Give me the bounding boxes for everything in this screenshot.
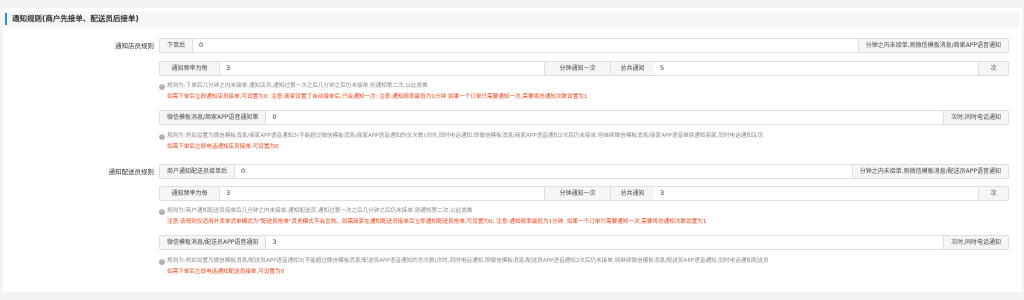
courier-frequency-group: 通知频率为每 3 分钟通知一次 总共通知 3 次 [159, 186, 1009, 201]
courier-phone-input[interactable]: 3 [266, 236, 943, 249]
section-accent-bar [5, 13, 7, 25]
info-icon: ! [159, 84, 165, 90]
courier-hint-2: ! 规则为:例如设置为微信模板消息/配送员APP语音通知3(不能超过微信模板消息/… [159, 257, 769, 265]
courier-delay-input[interactable]: 0 [235, 165, 852, 178]
store-rule-label: 通知店员规则 [115, 42, 154, 50]
store-frequency-group: 通知频率为每 3 分钟通知一次 总共通知 5 次 [159, 61, 1009, 76]
courier-frequency-unit: 分钟通知一次 [544, 187, 610, 200]
store-hint-2: ! 规则为:例如设置为微信模板消息/商家APP语音通知3(不能超过微信模板消息/商… [159, 132, 763, 140]
store-delay-suffix: 分钟之内未接单,则微信模板消息/商家APP语音通知 [857, 39, 1008, 52]
store-warning-1: 如需下单后立即通知店员接单,可设置为0; 注意:商家设置了自动接单后,只会通知一… [167, 94, 588, 100]
courier-delay-prefix: 商户通知配送员接单后 [160, 165, 236, 178]
store-total-suffix: 次 [978, 62, 1008, 75]
store-warning-2: 如需下单后立即电话通知店员接单,可设置为0 [167, 144, 279, 150]
courier-frequency-prefix: 通知频率为每 [160, 187, 220, 200]
store-delay-prefix: 下单后 [160, 39, 194, 52]
courier-warning-2: 如需下单后立即电话通知配送员接单,可设置为0 [167, 269, 285, 275]
courier-hint-1: ! 规则为:商户通知配送员接单后几分钟之内未接单,通知配送员,通知过第一次之后几分… [159, 207, 472, 215]
courier-warning-1: 注意:该规则仅适用外卖单消单模式为"配送员抢单"其他模式不会生效。如需商家在通知… [167, 219, 707, 225]
info-icon: ! [159, 259, 165, 265]
courier-delay-group: 商户通知配送员接单后 0 分钟之内未接单,则微信模板消息/配送员APP语音通知 [159, 164, 1009, 179]
store-delay-input[interactable]: 0 [193, 39, 858, 52]
courier-phone-prefix: 微信模板消息/配送员APP语音通知 [160, 236, 267, 249]
courier-total-label: 总共通知 [610, 187, 654, 200]
store-hint-1: ! 规则为:下单后几分钟之内未接单,通知店员,通知过第一次之后几分钟之后仍未接单,… [159, 82, 428, 90]
store-frequency-input[interactable]: 3 [220, 62, 544, 75]
courier-delay-suffix: 分钟之内未接单,则微信模板消息/配送员APP语音通知 [851, 165, 1008, 178]
courier-phone-suffix: 次时,同时电话通知 [943, 236, 1008, 249]
store-phone-suffix: 次时,同时电话通知 [943, 111, 1008, 124]
store-frequency-unit: 分钟通知一次 [544, 62, 610, 75]
info-icon: ! [159, 209, 165, 215]
store-delay-group: 下单后 0 分钟之内未接单,则微信模板消息/商家APP语音通知 [159, 38, 1009, 53]
courier-total-input[interactable]: 3 [654, 187, 978, 200]
courier-rule-label: 通知配送员规则 [108, 168, 155, 176]
store-phone-input[interactable]: 0 [266, 111, 943, 124]
store-total-input[interactable]: 5 [654, 62, 978, 75]
courier-phone-group: 微信模板消息/配送员APP语音通知 3 次时,同时电话通知 [159, 235, 1009, 250]
store-phone-group: 微信模板消息/商家APP语音通知第 0 次时,同时电话通知 [159, 110, 1009, 125]
courier-total-suffix: 次 [978, 187, 1008, 200]
courier-frequency-input[interactable]: 3 [220, 187, 544, 200]
section-title: 通知规则(商户先接单、配送员后接单) [12, 14, 139, 23]
store-frequency-prefix: 通知频率为每 [160, 62, 220, 75]
section-header: 通知规则(商户先接单、配送员后接单) [3, 11, 1019, 27]
store-total-label: 总共通知 [610, 62, 654, 75]
info-icon: ! [159, 134, 165, 140]
store-phone-prefix: 微信模板消息/商家APP语音通知第 [160, 111, 267, 124]
